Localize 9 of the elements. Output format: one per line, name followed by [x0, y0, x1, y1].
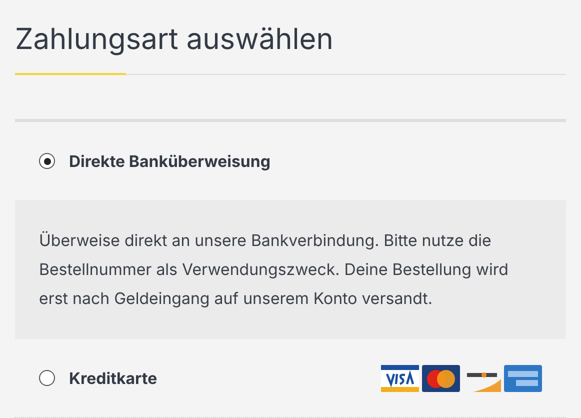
radio-button[interactable] — [39, 153, 55, 169]
payment-method-label[interactable]: Kreditkarte — [69, 366, 158, 390]
radio-button[interactable] — [39, 370, 55, 386]
credit-card-icon — [504, 364, 542, 392]
payment-method-label[interactable]: Direkte Banküberweisung — [69, 149, 270, 173]
page-title: Zahlungsart auswählen — [15, 20, 334, 58]
description-text: Überweise direkt an unsere Bankverbindung. Bitte nutze die Bestellnummer als Verwendungszweck. Deine Bestellung wird erst nach Geldeingang auf unserem Konto versandt. — [39, 229, 510, 310]
credit-card-icon — [381, 364, 419, 392]
credit-card-icon — [422, 364, 460, 392]
